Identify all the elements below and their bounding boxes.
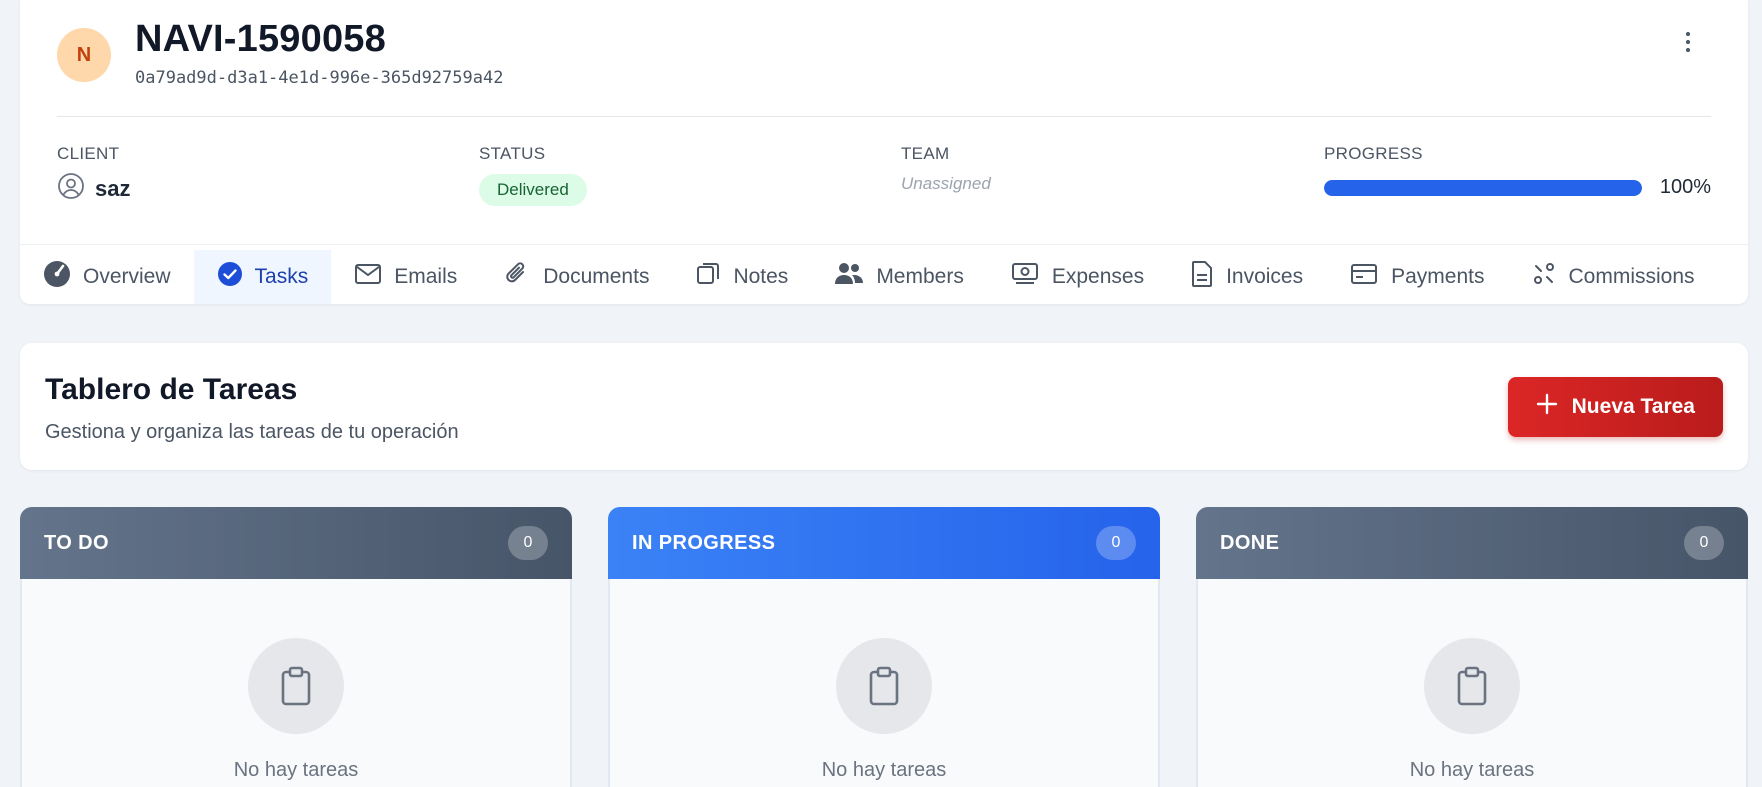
client-name[interactable]: saz (95, 176, 130, 202)
tab-invoices[interactable]: Invoices (1167, 250, 1326, 304)
credit-card-icon (1349, 262, 1379, 292)
tab-expenses[interactable]: Expenses (987, 250, 1167, 304)
team-value: Unassigned (901, 174, 991, 193)
tab-payments[interactable]: Payments (1326, 250, 1507, 304)
user-circle-icon (57, 172, 85, 205)
progress-label: PROGRESS (1324, 144, 1423, 163)
tabs-divider (20, 244, 1748, 245)
note-icon (695, 261, 721, 293)
progress-field: PROGRESS 100% (1324, 144, 1711, 199)
tab-label: Documents (543, 265, 650, 288)
column-title: DONE (1220, 531, 1280, 554)
operation-header: N NAVI-1590058 0a79ad9d-d3a1-4e1d-996e-3… (20, 0, 1748, 304)
tab-commissions[interactable]: Commissions (1508, 250, 1718, 304)
column-dropzone[interactable]: No hay tareas (20, 579, 572, 787)
more-vertical-icon[interactable] (1678, 28, 1698, 56)
tab-label: Tasks (254, 265, 309, 288)
clipboard-icon (248, 638, 344, 734)
progress-bar (1324, 179, 1642, 196)
column-title: IN PROGRESS (632, 531, 776, 554)
clipboard-icon (836, 638, 932, 734)
mail-icon (354, 262, 382, 292)
team-field: TEAM Unassigned (901, 144, 991, 194)
empty-state-text: No hay tareas (233, 759, 359, 781)
users-icon (834, 261, 864, 293)
tab-label: Payments (1391, 265, 1485, 288)
empty-state-text: No hay tareas (1409, 759, 1535, 781)
commission-icon (1531, 261, 1557, 293)
tab-emails[interactable]: Emails (331, 250, 480, 304)
tab-label: Members (876, 265, 964, 288)
column-count-badge: 0 (1096, 526, 1136, 560)
client-label: CLIENT (57, 144, 120, 163)
avatar-initial: N (76, 43, 92, 66)
divider (57, 116, 1711, 117)
tab-notes[interactable]: Notes (672, 250, 811, 304)
column-dropzone[interactable]: No hay tareas (1196, 579, 1748, 787)
column-header: IN PROGRESS 0 (608, 507, 1160, 579)
clipboard-icon (1424, 638, 1520, 734)
task-board-header: Tablero de Tareas Gestiona y organiza la… (20, 343, 1748, 470)
column-todo: TO DO 0 No hay tareas (20, 507, 572, 787)
page-title: NAVI-1590058 (135, 18, 386, 60)
board-title: Tablero de Tareas (45, 373, 298, 406)
team-label: TEAM (901, 144, 950, 163)
tab-label: Expenses (1051, 265, 1145, 288)
column-count-badge: 0 (1684, 526, 1724, 560)
plus-icon (1536, 393, 1558, 421)
client-field: CLIENT saz (57, 144, 130, 205)
column-header: TO DO 0 (20, 507, 572, 579)
tab-members[interactable]: Members (811, 250, 987, 304)
gauge-icon (43, 260, 71, 294)
progress-percent: 100% (1659, 176, 1711, 198)
column-title: TO DO (44, 531, 109, 554)
progress-bar-fill (1324, 179, 1642, 196)
column-count-badge: 0 (508, 526, 548, 560)
file-text-icon (1190, 260, 1214, 294)
operation-id: 0a79ad9d-d3a1-4e1d-996e-365d92759a42 (135, 68, 504, 88)
tab-tasks[interactable]: Tasks (193, 250, 332, 304)
column-dropzone[interactable]: No hay tareas (608, 579, 1160, 787)
paperclip-icon (503, 260, 531, 294)
tab-label: Emails (394, 265, 458, 288)
check-circle-icon (217, 261, 243, 293)
avatar: N (57, 28, 111, 82)
new-task-button[interactable]: Nueva Tarea (1507, 377, 1723, 437)
empty-state-text: No hay tareas (821, 759, 947, 781)
tab-overview[interactable]: Overview (20, 250, 194, 304)
tab-label: Invoices (1226, 265, 1304, 288)
column-header: DONE 0 (1196, 507, 1748, 579)
tab-label: Commissions (1568, 265, 1695, 288)
column-done: DONE 0 No hay tareas (1196, 507, 1748, 787)
status-badge: Delivered (479, 174, 587, 206)
board-subtitle: Gestiona y organiza las tareas de tu ope… (45, 421, 459, 443)
status-label: STATUS (479, 144, 546, 163)
tab-label: Notes (733, 265, 789, 288)
banknote-icon (1010, 261, 1040, 293)
new-task-label: Nueva Tarea (1571, 395, 1695, 418)
tab-bar: Overview Tasks Emails Documents Notes Me… (20, 250, 1718, 304)
tab-label: Overview (83, 265, 171, 288)
column-in-progress: IN PROGRESS 0 No hay tareas (608, 507, 1160, 787)
status-field: STATUS Delivered (479, 144, 587, 206)
tab-documents[interactable]: Documents (480, 250, 672, 304)
